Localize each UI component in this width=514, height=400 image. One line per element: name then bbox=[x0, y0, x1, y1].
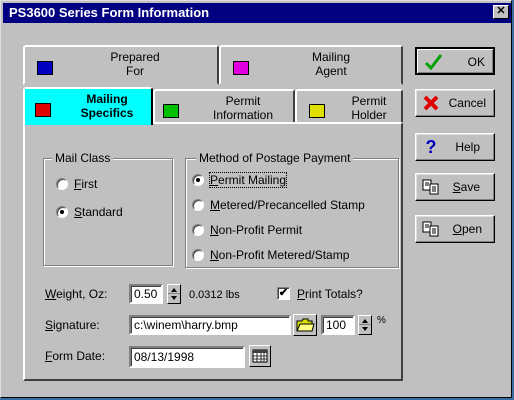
radio-nonprofit-permit-indicator bbox=[192, 224, 204, 236]
prepared-for-swatch-icon bbox=[37, 61, 53, 75]
check-icon bbox=[424, 54, 443, 71]
tab-panel-mailing-specifics: Mail Class First Standard Method of Post… bbox=[23, 122, 403, 381]
print-totals-label: Print Totals? bbox=[297, 287, 363, 301]
save-button-label: Save bbox=[452, 180, 480, 194]
tab-permit-holder-label: Permit Holder bbox=[351, 94, 387, 122]
radio-standard-indicator bbox=[56, 206, 68, 218]
tab-prepared-for[interactable]: Prepared For bbox=[23, 45, 219, 85]
permit-holder-swatch-icon bbox=[309, 104, 325, 118]
print-totals-checkbox[interactable]: ✔ bbox=[277, 287, 290, 300]
weight-lbs-value: 0.0312 lbs bbox=[189, 289, 240, 301]
help-button-label: Help bbox=[455, 140, 480, 154]
payment-nonprofit-permit-label: Non-Profit Permit bbox=[210, 223, 303, 237]
folder-icon bbox=[296, 318, 315, 332]
checkmark-icon: ✔ bbox=[278, 287, 289, 299]
cancel-button[interactable]: Cancel bbox=[415, 89, 495, 117]
tab-mailing-agent-label: Mailing Agent bbox=[311, 50, 350, 78]
tab-permit-holder[interactable]: Permit Holder bbox=[295, 89, 403, 125]
window-title: PS3600 Series Form Information bbox=[9, 5, 210, 20]
payment-nonprofit-permit-radio[interactable]: Non-Profit Permit bbox=[192, 223, 302, 237]
signature-scale-input[interactable]: 100 bbox=[321, 315, 355, 335]
tab-permit-information[interactable]: Permit Information bbox=[153, 89, 295, 125]
form-date-input[interactable]: 08/13/1998 bbox=[129, 346, 245, 368]
tab-prepared-for-label: Prepared For bbox=[110, 50, 160, 78]
postage-payment-legend: Method of Postage Payment bbox=[196, 151, 354, 165]
weight-input[interactable]: 0.50 bbox=[129, 284, 163, 304]
browse-folder-button[interactable] bbox=[293, 314, 317, 336]
calendar-icon bbox=[252, 349, 268, 363]
title-bar: PS3600 Series Form Information ✕ bbox=[3, 3, 511, 23]
open-button[interactable]: Open bbox=[415, 215, 495, 243]
payment-metered-label: Metered/Precancelled Stamp bbox=[210, 198, 365, 212]
mail-class-first-label: First bbox=[74, 177, 98, 191]
permit-information-swatch-icon bbox=[163, 104, 179, 118]
close-button[interactable]: ✕ bbox=[493, 5, 509, 19]
postage-payment-group: Method of Postage Payment Permit Mailing… bbox=[185, 151, 399, 268]
cancel-button-label: Cancel bbox=[448, 96, 486, 110]
weight-spinner[interactable] bbox=[167, 284, 181, 304]
payment-metered-radio[interactable]: Metered/Precancelled Stamp bbox=[192, 198, 365, 212]
signature-label: Signature: bbox=[45, 318, 100, 332]
close-icon: ✕ bbox=[496, 5, 506, 17]
tab-mailing-specifics[interactable]: Mailing Specifics bbox=[23, 87, 153, 125]
radio-permit-mailing-indicator bbox=[192, 174, 204, 186]
x-icon bbox=[423, 95, 439, 111]
open-document-icon bbox=[422, 221, 439, 237]
weight-label: Weight, Oz: bbox=[45, 287, 108, 301]
payment-nonprofit-metered-radio[interactable]: Non-Profit Metered/Stamp bbox=[192, 248, 349, 262]
ok-button-label: OK bbox=[467, 55, 485, 69]
payment-nonprofit-metered-label: Non-Profit Metered/Stamp bbox=[210, 248, 350, 262]
spin-down-icon bbox=[171, 296, 177, 300]
mail-class-standard-radio[interactable]: Standard bbox=[56, 205, 123, 219]
form-date-label: Form Date: bbox=[45, 349, 106, 363]
mail-class-legend: Mail Class bbox=[52, 151, 114, 165]
signature-scale-spinner[interactable] bbox=[358, 315, 372, 335]
mail-class-group: Mail Class First Standard bbox=[43, 151, 173, 266]
help-button[interactable]: ? Help bbox=[415, 133, 495, 161]
ok-button[interactable]: OK bbox=[415, 47, 495, 75]
mail-class-first-radio[interactable]: First bbox=[56, 177, 97, 191]
open-button-label: Open bbox=[452, 222, 482, 236]
spin-up-icon bbox=[171, 288, 177, 292]
tab-permit-information-label: Permit Information bbox=[212, 94, 274, 122]
mail-class-standard-label: Standard bbox=[74, 205, 123, 219]
signature-input[interactable]: c:\winem\harry.bmp bbox=[129, 315, 291, 335]
mailing-agent-swatch-icon bbox=[233, 61, 249, 75]
signature-scale-unit: % bbox=[377, 315, 386, 326]
tab-mailing-specifics-label: Mailing Specifics bbox=[80, 92, 134, 120]
radio-metered-indicator bbox=[192, 199, 204, 211]
payment-permit-mailing-label: Permit Mailing bbox=[208, 172, 288, 188]
dialog-window: PS3600 Series Form Information ✕ Prepare… bbox=[0, 0, 512, 398]
spin-down-icon bbox=[362, 327, 368, 331]
radio-nonprofit-metered-indicator bbox=[192, 249, 204, 261]
mailing-specifics-swatch-icon bbox=[35, 103, 51, 117]
tab-mailing-agent[interactable]: Mailing Agent bbox=[219, 45, 403, 85]
calendar-button[interactable] bbox=[249, 345, 271, 367]
spin-up-icon bbox=[362, 319, 368, 323]
save-button[interactable]: Save bbox=[415, 173, 495, 201]
save-document-icon bbox=[422, 179, 439, 195]
question-icon: ? bbox=[425, 137, 437, 157]
radio-first-indicator bbox=[56, 178, 68, 190]
payment-permit-mailing-radio[interactable]: Permit Mailing bbox=[192, 172, 288, 188]
